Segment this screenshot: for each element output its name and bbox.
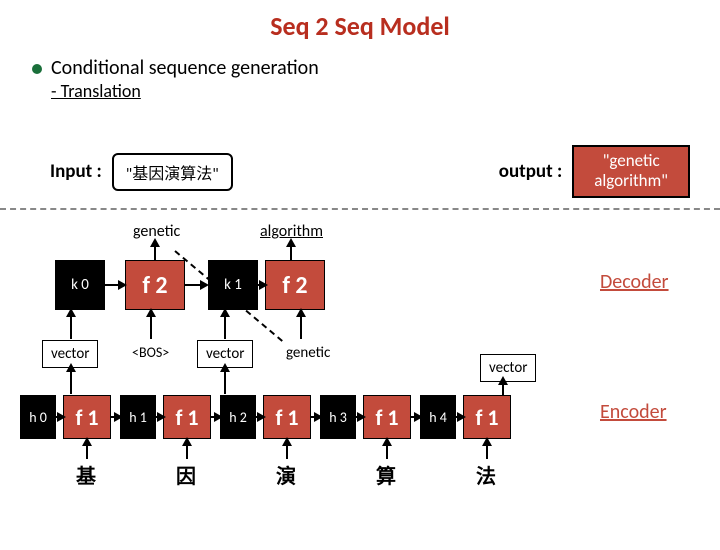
cjk-3: 演 bbox=[276, 460, 296, 489]
f1-box-2: f 1 bbox=[163, 395, 211, 439]
h2-box: h 2 bbox=[220, 395, 256, 439]
sub-text: - Translation bbox=[51, 80, 720, 102]
vector-box-3: vector bbox=[480, 354, 536, 382]
f2-box-1: f 2 bbox=[125, 260, 185, 310]
bos-box: <BOS> bbox=[126, 340, 175, 365]
h3-box: h 3 bbox=[320, 395, 356, 439]
encoder-label: Encoder bbox=[600, 400, 667, 424]
cjk-5: 法 bbox=[476, 460, 496, 489]
bullet-row: Conditional sequence generation bbox=[32, 56, 720, 80]
f1-box-3: f 1 bbox=[263, 395, 311, 439]
f2-box-2: f 2 bbox=[265, 260, 325, 310]
k0-box: k 0 bbox=[55, 260, 105, 310]
bullet-icon bbox=[32, 64, 42, 74]
divider-dashed bbox=[0, 208, 720, 210]
output-line1: "genetic bbox=[594, 151, 668, 171]
h1-box: h 1 bbox=[120, 395, 156, 439]
f1-box-4: f 1 bbox=[363, 395, 411, 439]
title: Seq 2 Seq Model bbox=[0, 10, 720, 42]
output-label: output : bbox=[499, 160, 563, 183]
output-box: "genetic algorithm" bbox=[572, 145, 690, 198]
bullet-text: Conditional sequence generation bbox=[51, 56, 319, 80]
h0-box: h 0 bbox=[20, 395, 56, 439]
h4-box: h 4 bbox=[420, 395, 456, 439]
diagram: genetic algorithm k 0 f 2 k 1 f 2 Decode… bbox=[0, 220, 720, 540]
cjk-1: 基 bbox=[76, 460, 96, 489]
input-box: "基因演算法" bbox=[112, 153, 233, 191]
genetic-in-box: genetic bbox=[278, 340, 338, 366]
f1-box-1: f 1 bbox=[63, 395, 111, 439]
f1-box-5: f 1 bbox=[463, 395, 511, 439]
cjk-4: 算 bbox=[376, 460, 396, 489]
cjk-2: 因 bbox=[176, 460, 196, 489]
io-row: Input : "基因演算法" output : "genetic algori… bbox=[50, 145, 690, 198]
output-line2: algorithm" bbox=[594, 171, 668, 191]
decoder-label: Decoder bbox=[600, 270, 669, 294]
input-label: Input : bbox=[50, 160, 102, 183]
